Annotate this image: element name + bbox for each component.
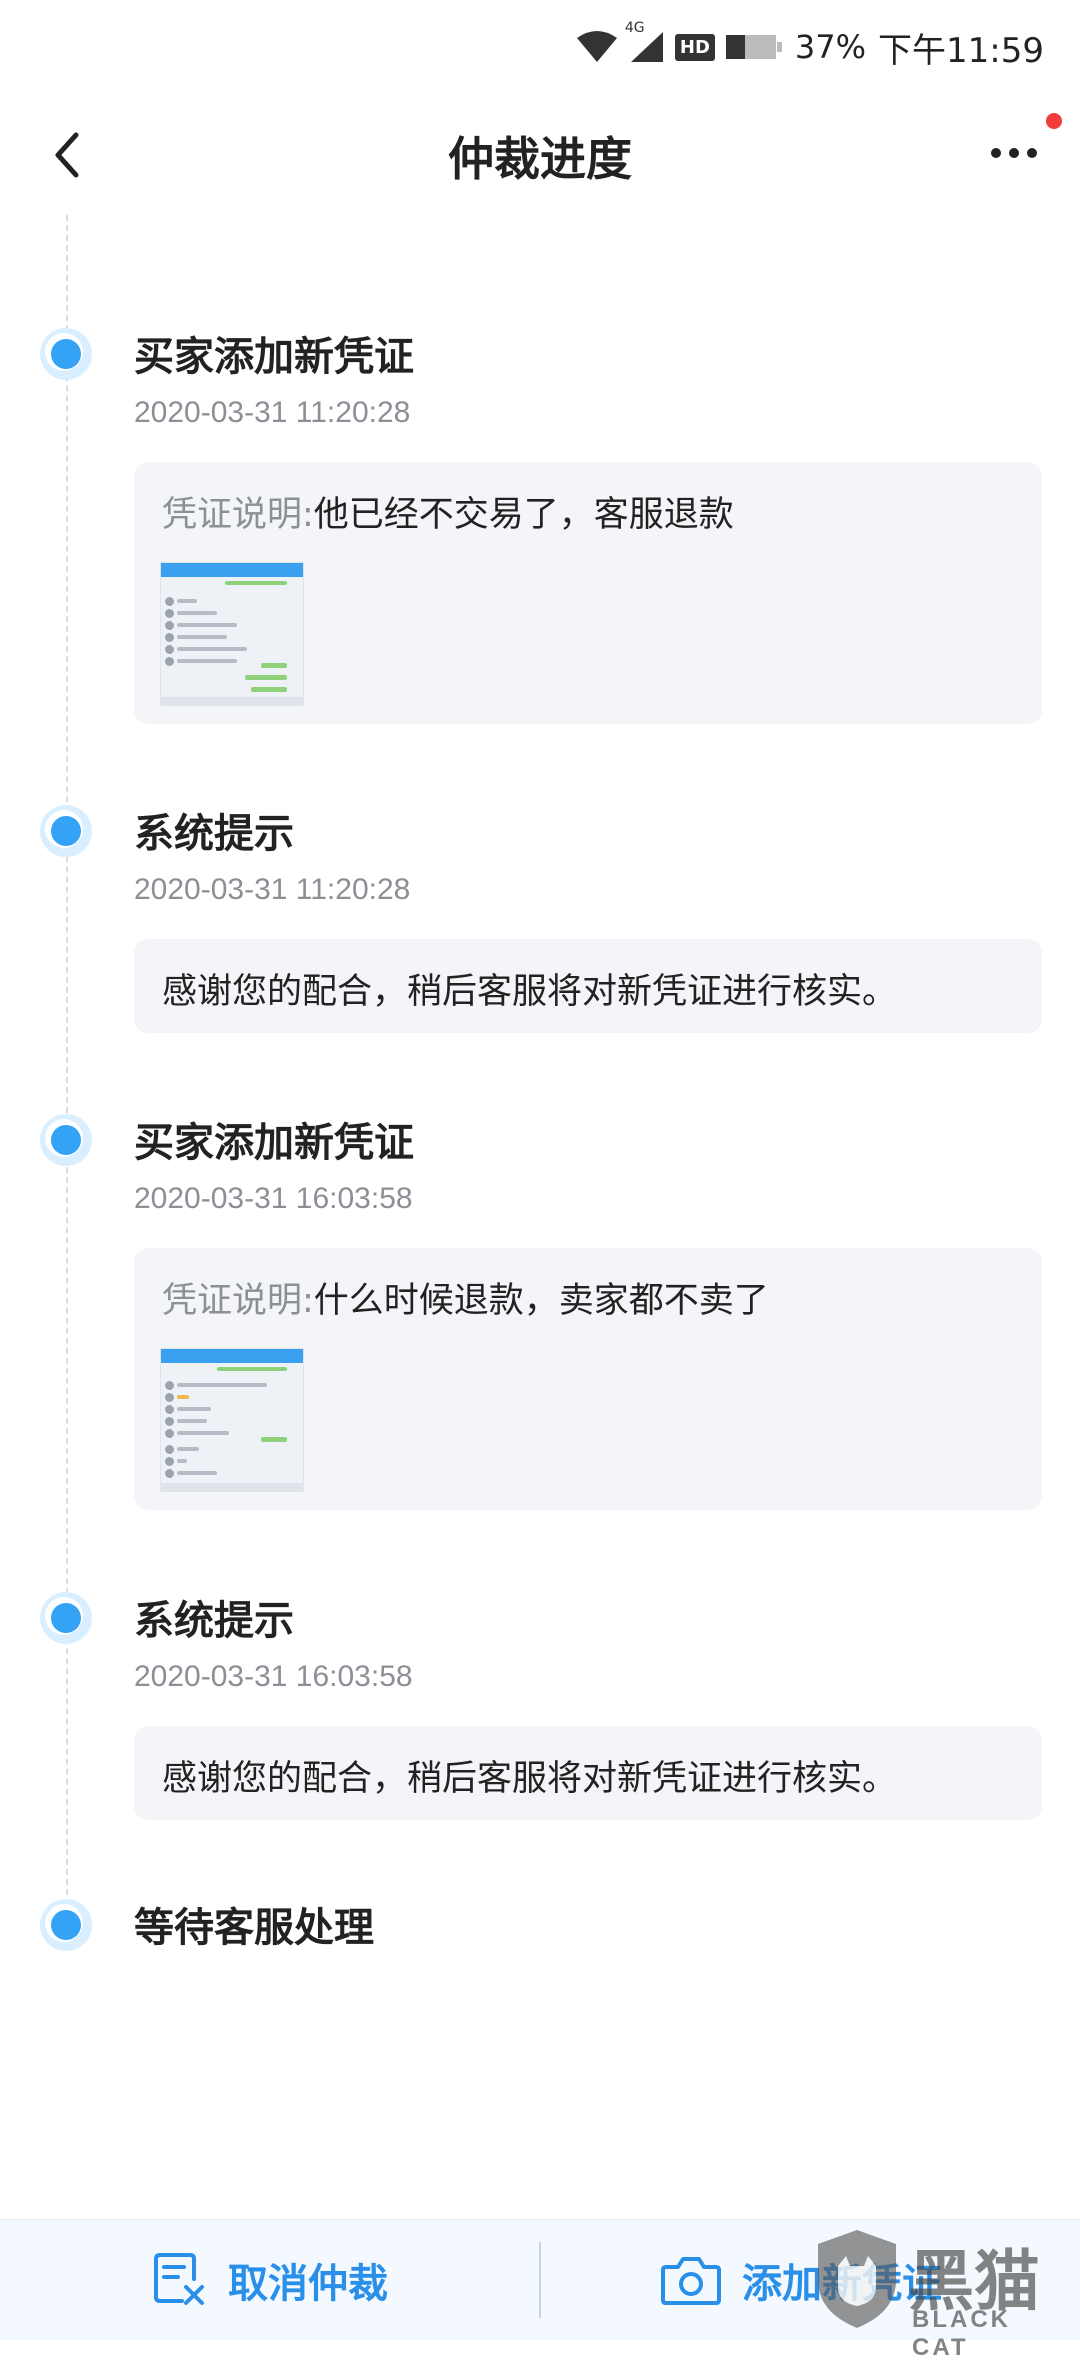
cat-shield-logo-icon — [818, 2230, 896, 2328]
watermark-subtext: BLACK CAT — [912, 2306, 1011, 2361]
hd-icon: HD — [674, 33, 715, 61]
event-title: 系统提示 — [134, 1598, 294, 1644]
cancel-arbitration-label: 取消仲裁 — [228, 2261, 388, 2307]
network-icon: 4G — [625, 20, 665, 64]
system-message-text: 感谢您的配合，稍后客服将对新凭证进行核实。 — [162, 972, 898, 1012]
timeline-line — [66, 215, 68, 1915]
nav-bar: 仲裁进度 — [0, 95, 1080, 215]
notification-dot — [1046, 113, 1062, 129]
wifi-icon — [575, 30, 619, 64]
event-title: 等待客服处理 — [134, 1905, 374, 1951]
evidence-text: 凭证说明:他已经不交易了，客服退款 — [162, 486, 734, 537]
evidence-content: 他已经不交易了，客服退款 — [313, 495, 734, 535]
evidence-label: 凭证说明: — [162, 495, 314, 535]
cancel-document-icon — [154, 2253, 204, 2305]
event-time: 2020-03-31 11:20:28 — [134, 873, 411, 906]
page-title: 仲裁进度 — [448, 132, 632, 186]
system-message-box: 感谢您的配合，稍后客服将对新凭证进行核实。 — [134, 939, 1042, 1033]
blackcat-watermark: 黑猫 BLACK CAT — [812, 2226, 1072, 2361]
timeline-dot — [40, 328, 92, 380]
battery-percent: 37% — [794, 28, 867, 66]
bottom-action-bar: 取消仲裁 添加新凭证 黑猫 BLACK CAT — [0, 2219, 1080, 2361]
status-bar: 4G HD 37% 下午11:59 — [0, 0, 1080, 95]
event-title: 买家添加新凭证 — [134, 1120, 414, 1166]
evidence-box: 凭证说明:什么时候退款，卖家都不卖了 — [134, 1248, 1042, 1510]
evidence-content: 什么时候退款，卖家都不卖了 — [313, 1281, 769, 1321]
more-button[interactable] — [984, 133, 1044, 173]
event-time: 2020-03-31 16:03:58 — [134, 1660, 413, 1693]
event-title: 买家添加新凭证 — [134, 334, 414, 380]
timeline-dot — [40, 1592, 92, 1644]
cancel-arbitration-button[interactable]: 取消仲裁 — [152, 2220, 388, 2340]
timeline-dot — [40, 1899, 92, 1951]
system-message-box: 感谢您的配合，稍后客服将对新凭证进行核实。 — [134, 1726, 1042, 1820]
evidence-image[interactable] — [160, 1348, 304, 1492]
clock: 下午11:59 — [878, 30, 1044, 71]
event-time: 2020-03-31 11:20:28 — [134, 396, 411, 429]
evidence-box: 凭证说明:他已经不交易了，客服退款 — [134, 462, 1042, 724]
evidence-text: 凭证说明:什么时候退款，卖家都不卖了 — [162, 1272, 769, 1323]
timeline-dot — [40, 805, 92, 857]
event-time: 2020-03-31 16:03:58 — [134, 1182, 413, 1215]
button-divider — [539, 2242, 541, 2318]
battery-icon — [725, 33, 783, 61]
timeline-dot — [40, 1114, 92, 1166]
more-dots-icon — [991, 148, 1037, 158]
camera-icon — [661, 2257, 721, 2305]
system-message-text: 感谢您的配合，稍后客服将对新凭证进行核实。 — [162, 1759, 898, 1799]
event-title: 系统提示 — [134, 811, 294, 857]
evidence-label: 凭证说明: — [162, 1281, 314, 1321]
evidence-image[interactable] — [160, 562, 304, 706]
